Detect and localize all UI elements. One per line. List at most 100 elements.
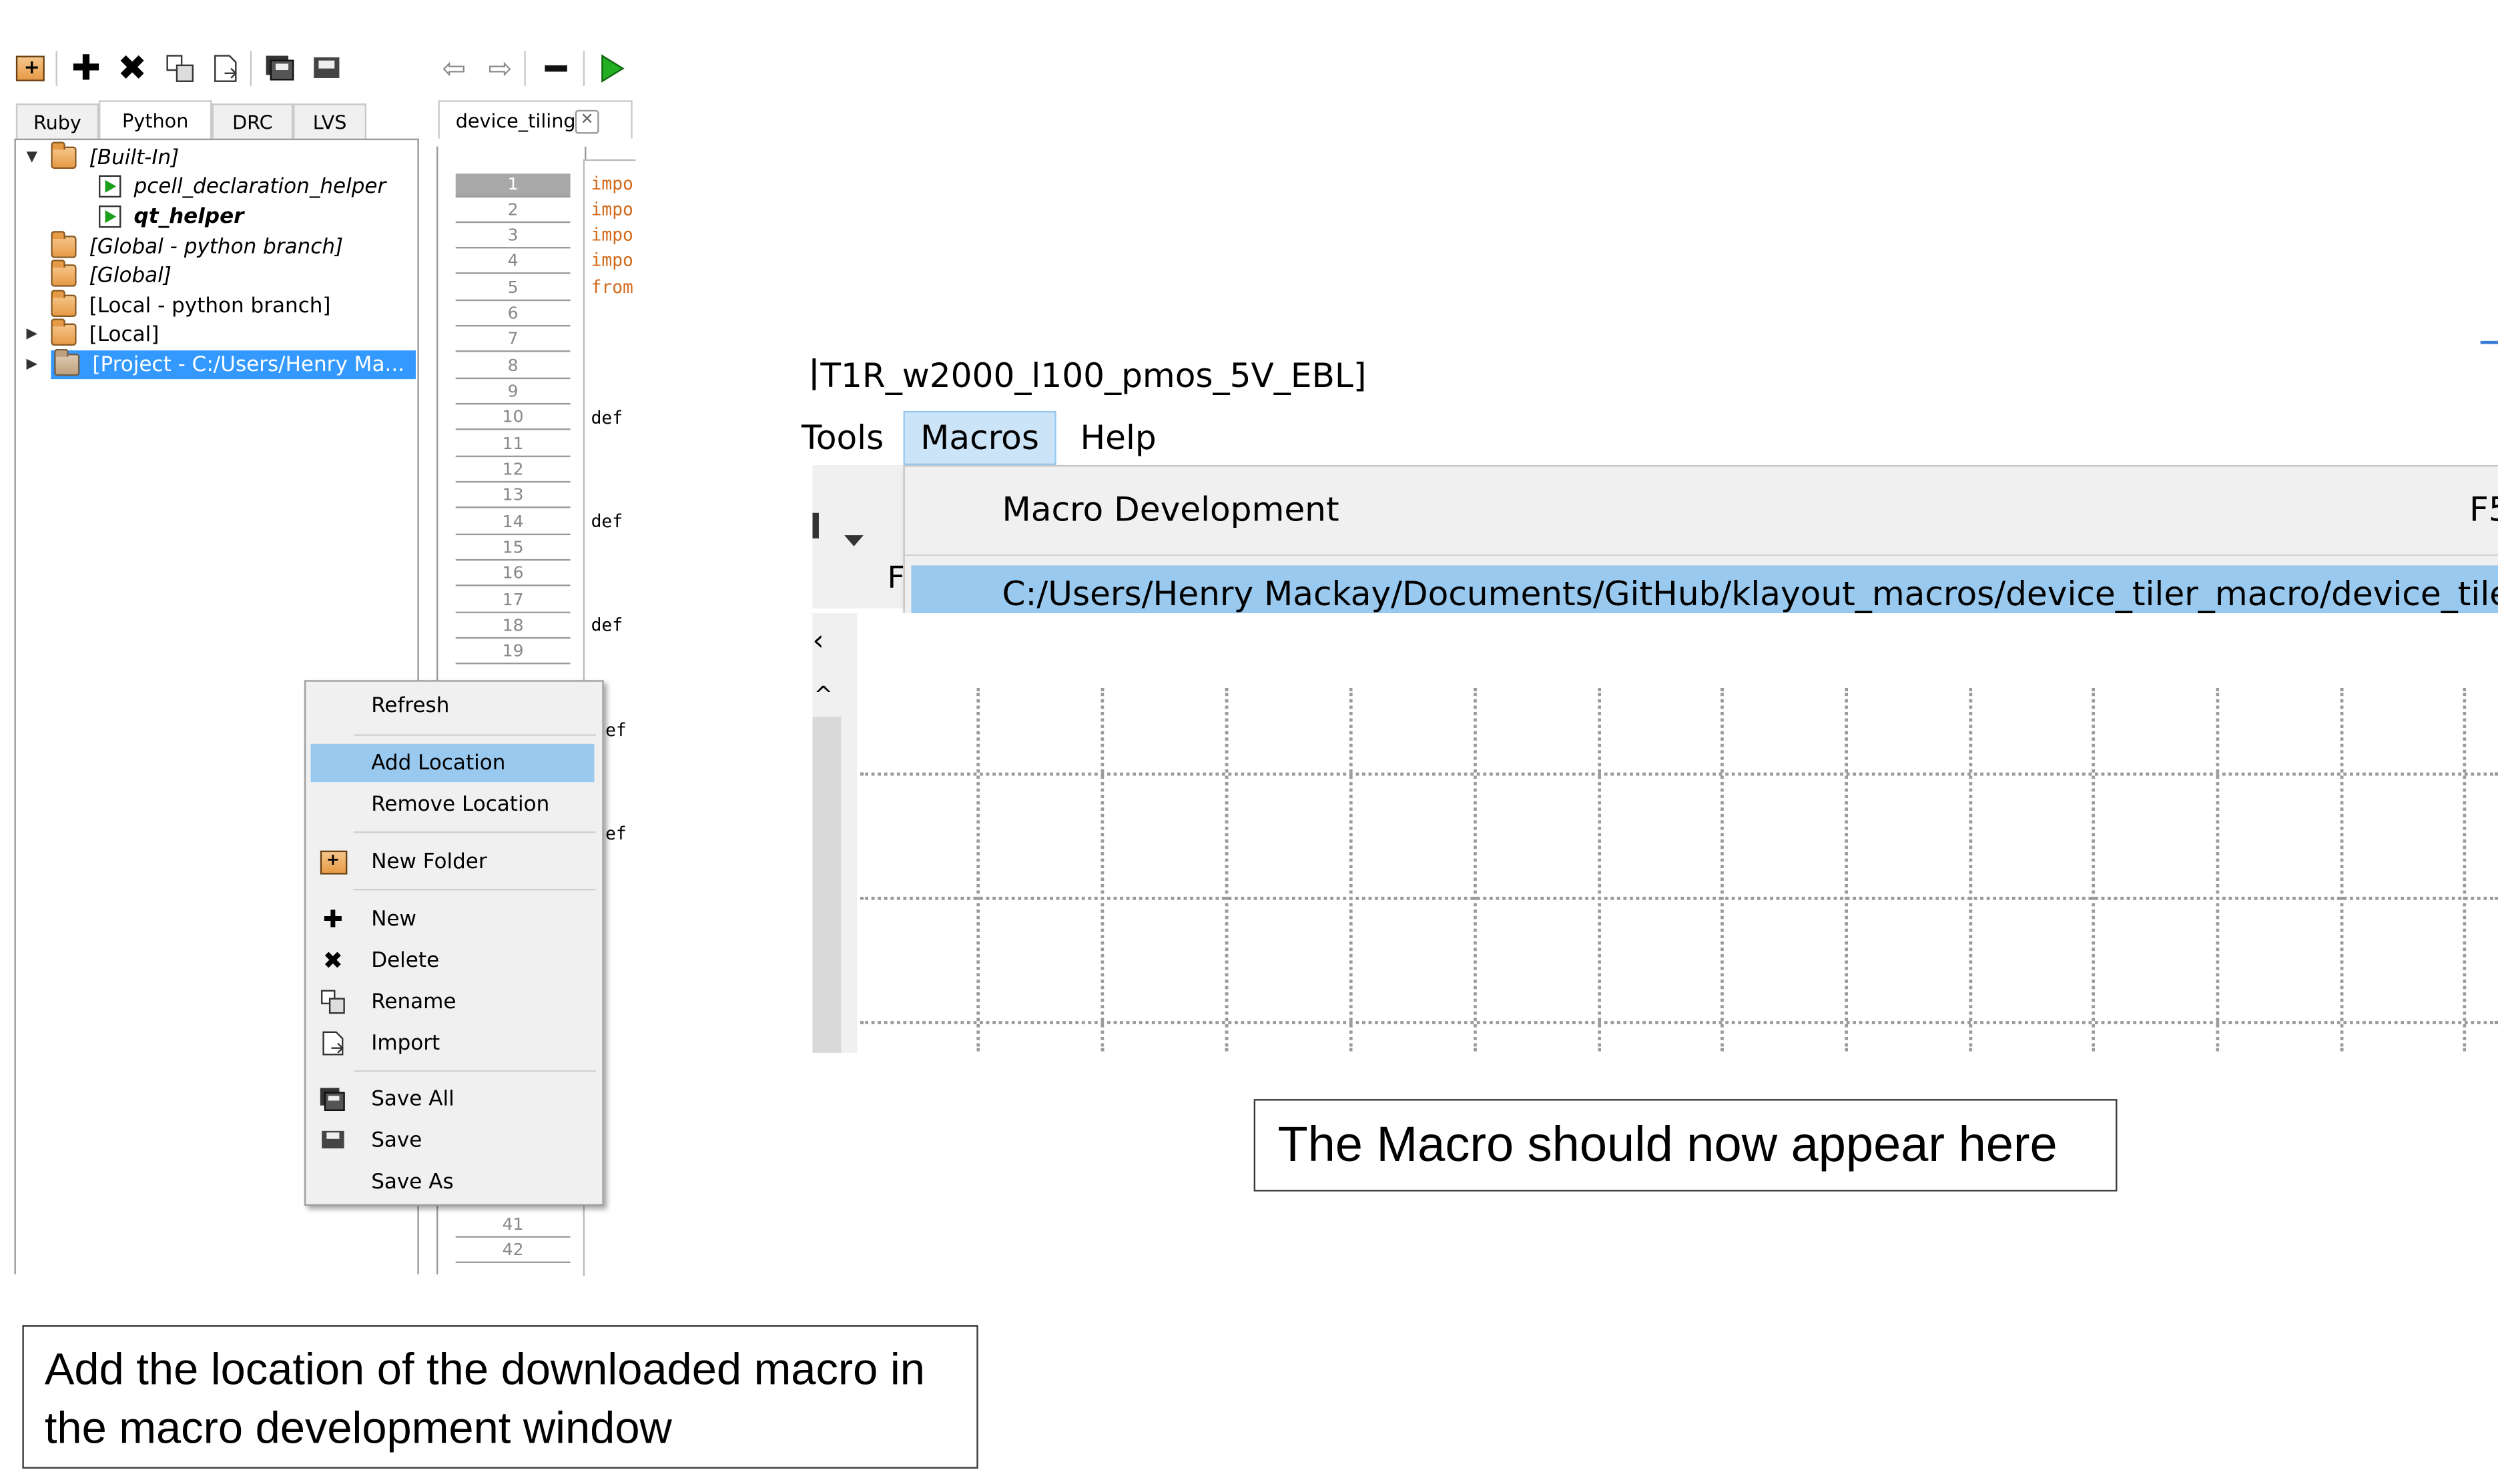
- tab-device-tiling[interactable]: device_tiling ✕: [438, 100, 633, 139]
- close-tab-icon[interactable]: ✕: [575, 109, 599, 134]
- run-icon[interactable]: [596, 53, 628, 85]
- menu-item-save-all[interactable]: Save All: [310, 1080, 594, 1118]
- tab-python[interactable]: Python: [99, 100, 212, 139]
- expand-right-icon[interactable]: ▶: [22, 357, 41, 373]
- tree-item-local[interactable]: ▶ [Local]: [22, 318, 160, 349]
- menu-item-label: C:/Users/Henry Mackay/Documents/GitHub/k…: [1002, 575, 2498, 614]
- grid-line: [2340, 688, 2344, 1052]
- menu-item-label: New Folder: [371, 849, 487, 874]
- tree-item-label: pcell_declaration_helper: [133, 174, 386, 199]
- tree-item-label: [Local - python branch]: [89, 294, 331, 318]
- line-number: 16: [455, 563, 571, 587]
- menu-item-label: Rename: [371, 990, 456, 1014]
- tree-item-local-python-branch[interactable]: [Local - python branch]: [22, 290, 331, 320]
- tree-item-label: [Global - python branch]: [89, 235, 344, 259]
- grid-line: [2216, 688, 2220, 1052]
- menu-item-save-as[interactable]: Save As: [310, 1163, 594, 1201]
- rename-icon[interactable]: [164, 53, 196, 85]
- menu-item-delete[interactable]: ✖ Delete: [310, 942, 594, 980]
- code-line: impo: [591, 173, 633, 195]
- menu-help[interactable]: Help: [1080, 411, 1156, 465]
- tree-item-label: [Project - C:/Users/Henry Ma...: [92, 352, 405, 377]
- menu-label: Macros: [920, 418, 1039, 458]
- new-folder-icon[interactable]: +: [14, 53, 46, 85]
- menu-item-import[interactable]: Import: [310, 1024, 594, 1062]
- folder-icon: [51, 141, 77, 169]
- delete-icon[interactable]: ✖: [116, 49, 148, 89]
- window-title-text: T1R_w2000_l100_pmos_5V_EBL]: [820, 356, 1367, 396]
- tree-item-global-python-branch[interactable]: [Global - python branch]: [22, 231, 344, 262]
- collapse-arrow-icon[interactable]: ‹: [812, 625, 824, 658]
- python-macro-icon: [99, 205, 121, 228]
- toolbar-icon[interactable]: [812, 512, 834, 538]
- folder-icon: [51, 290, 77, 318]
- expand-down-icon[interactable]: ▼: [22, 149, 41, 165]
- menu-macros[interactable]: Macros: [903, 410, 1056, 466]
- save-all-icon[interactable]: [264, 53, 296, 85]
- menu-item-remove-location[interactable]: Remove Location: [310, 785, 594, 823]
- line-number: 3: [455, 225, 571, 249]
- note-text: Add the location of the downloaded macro…: [44, 1344, 925, 1453]
- line-number: 10: [455, 406, 571, 430]
- menu-tools[interactable]: Tools: [802, 411, 889, 465]
- macros-dropdown: Macro Development F5 C:/Users/Henry Mack…: [903, 465, 2498, 635]
- menu-label: Tools: [801, 418, 884, 458]
- back-arrow-icon[interactable]: ⇦: [438, 52, 470, 85]
- tree-item-project[interactable]: ▶ [Project - C:/Users/Henry Ma...: [22, 348, 416, 380]
- menu-item-label: New: [371, 907, 416, 932]
- save-icon[interactable]: [310, 53, 342, 85]
- tab-lvs[interactable]: LVS: [293, 103, 367, 139]
- grid-line: [2463, 688, 2467, 1052]
- menu-item-refresh[interactable]: Refresh: [310, 687, 594, 725]
- save-icon: [318, 1126, 347, 1155]
- grid-line: [1845, 688, 1849, 1052]
- import-icon[interactable]: [210, 53, 242, 85]
- tree-item-global[interactable]: [Global]: [22, 260, 172, 290]
- forward-arrow-icon[interactable]: ⇨: [485, 52, 517, 85]
- line-number: 15: [455, 536, 571, 561]
- line-number: 19: [455, 641, 571, 665]
- menu-item-new[interactable]: ✚ New: [310, 900, 594, 938]
- grid-line: [1969, 688, 1973, 1052]
- folder-icon: [54, 348, 80, 376]
- line-number: 14: [455, 511, 571, 536]
- line-number: 2: [455, 199, 571, 224]
- window-title: T1R_w2000_l100_pmos_5V_EBL]: [812, 357, 1366, 395]
- expand-right-icon[interactable]: ▶: [22, 326, 41, 342]
- tree-item-label: [Local]: [89, 322, 160, 347]
- code-line: impo: [591, 199, 633, 220]
- minus-icon[interactable]: [540, 53, 572, 85]
- scroll-up-icon[interactable]: ^: [814, 683, 833, 709]
- code-line: impo: [591, 224, 633, 246]
- menu-item-add-location[interactable]: Add Location: [310, 743, 595, 783]
- vertical-scrollbar[interactable]: [812, 717, 842, 1053]
- toolbar-fragment: F: [812, 465, 905, 609]
- menu-item-macro-development[interactable]: Macro Development F5: [905, 473, 2498, 546]
- dropdown-arrow-icon[interactable]: [844, 535, 864, 546]
- menu-item-save[interactable]: Save: [310, 1122, 594, 1160]
- tree-item-pcell-declaration-helper[interactable]: pcell_declaration_helper: [99, 172, 386, 201]
- tree-item-qt-helper[interactable]: qt_helper: [99, 202, 244, 231]
- menu-item-label: Delete: [371, 948, 440, 973]
- grid-line: [860, 1021, 2498, 1024]
- python-macro-icon: [99, 175, 121, 198]
- line-number: 17: [455, 589, 571, 614]
- add-icon[interactable]: ✚: [70, 49, 102, 89]
- menu-item-label: Remove Location: [371, 792, 550, 817]
- tab-ruby[interactable]: Ruby: [15, 103, 99, 139]
- menu-item-label: Macro Development: [1002, 490, 1339, 529]
- grid-line: [1721, 688, 1724, 1052]
- menu-item-rename[interactable]: Rename: [310, 983, 594, 1021]
- folder-icon: [51, 231, 77, 258]
- note-left: Add the location of the downloaded macro…: [22, 1325, 978, 1469]
- line-number: 42: [455, 1239, 571, 1263]
- tab-drc[interactable]: DRC: [212, 103, 294, 139]
- tree-item-built-in[interactable]: ▼ [Built-In]: [22, 141, 179, 172]
- menu-item-new-folder[interactable]: + New Folder: [310, 843, 594, 881]
- code-line: def: [591, 615, 623, 636]
- line-number: 5: [455, 277, 571, 302]
- menu-separator: [904, 554, 2498, 556]
- grid-line: [1225, 688, 1229, 1052]
- layout-canvas[interactable]: [812, 613, 2498, 1053]
- grid-line: [1349, 688, 1353, 1052]
